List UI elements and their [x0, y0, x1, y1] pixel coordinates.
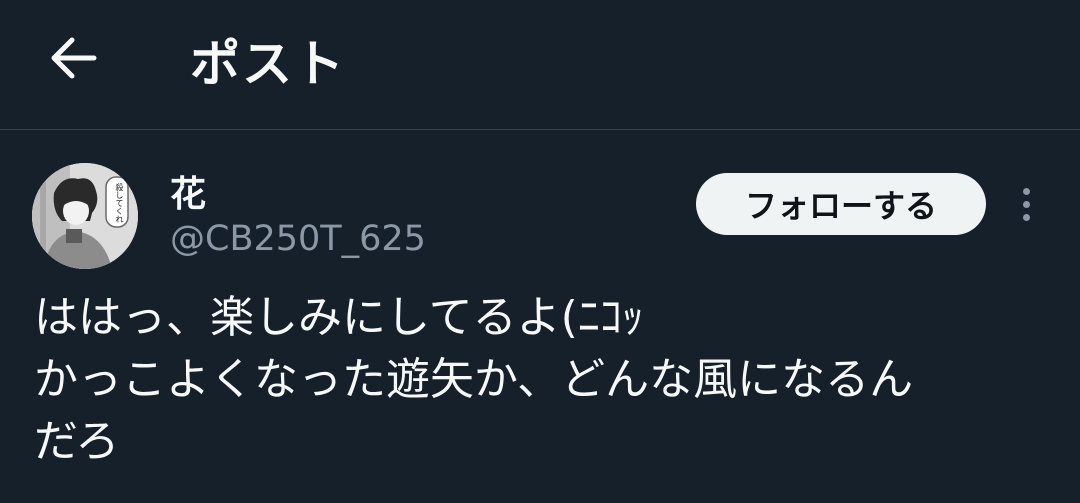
- back-button[interactable]: [40, 28, 108, 92]
- dot-icon: [1022, 187, 1030, 195]
- follow-button[interactable]: フォローする: [696, 173, 986, 235]
- avatar-caption: 殺してくれ: [115, 183, 124, 223]
- more-options-button[interactable]: [1006, 179, 1046, 229]
- author-handle[interactable]: @CB250T_625: [170, 219, 426, 259]
- dot-icon: [1022, 213, 1030, 221]
- author-display-name[interactable]: 花: [170, 165, 206, 217]
- post-text: ははっ、楽しみにしてるよ(ﾆｺｯ かっこよくなった遊矢か、どんな風になるん だろ: [34, 292, 914, 467]
- page-title: ポスト: [190, 35, 346, 93]
- arrow-left-icon: [50, 36, 98, 84]
- post: 殺してくれ 花 @CB250T_625 フォローする ははっ、楽しみにしてるよ(…: [0, 131, 1080, 503]
- top-bar: ポスト: [0, 0, 1080, 130]
- avatar[interactable]: 殺してくれ: [32, 163, 138, 269]
- dot-icon: [1022, 200, 1030, 208]
